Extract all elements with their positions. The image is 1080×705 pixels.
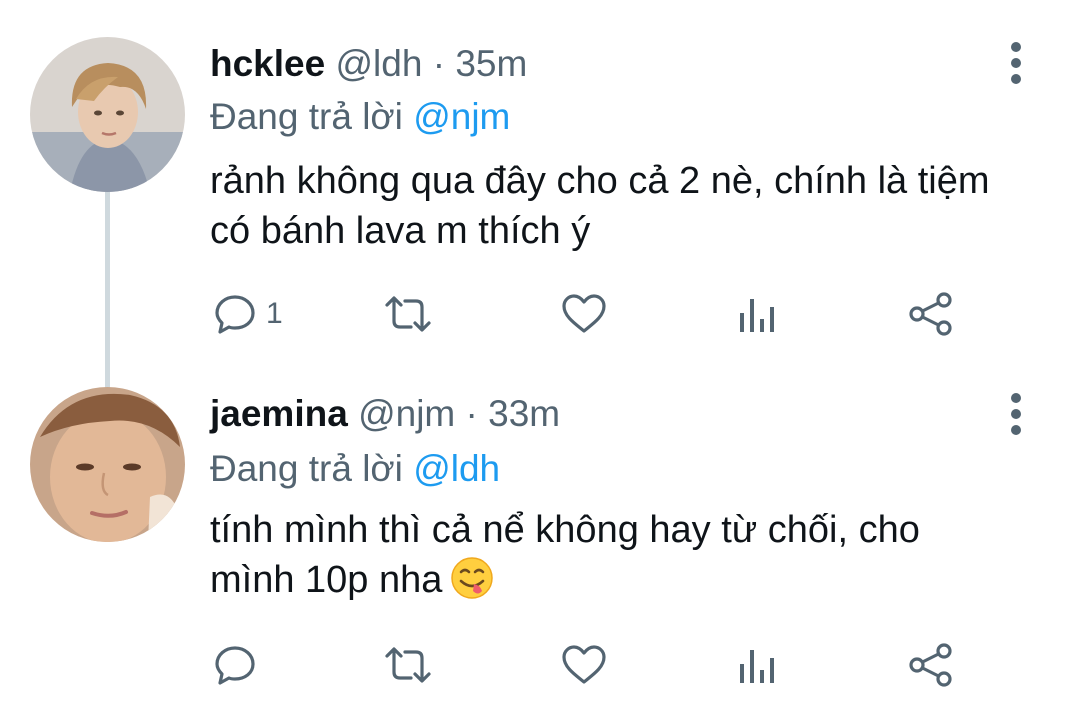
like-button[interactable] [560,289,608,339]
avatar[interactable] [30,387,185,542]
tweet-actions [0,640,1080,690]
tweet[interactable]: hcklee @ldh · 35m Đang trả lời @njm rảnh… [0,0,1080,370]
replying-to-line: Đang trả lời @njm [210,95,510,139]
share-button[interactable] [906,640,956,690]
tweet-text: rảnh không qua đây cho cả 2 nè, chính là… [210,160,990,252]
reply-icon [212,291,258,337]
tweet-header: hcklee @ldh · 35m [210,42,527,86]
share-button[interactable] [906,289,956,339]
replying-to-label: Đang trả lời [210,96,403,137]
share-icon [906,291,956,337]
display-name[interactable]: jaemina [210,393,348,434]
views-button[interactable] [737,289,777,339]
like-icon [560,291,608,337]
timestamp[interactable]: 35m [455,43,527,84]
timestamp[interactable]: 33m [488,393,560,434]
like-icon [560,642,608,688]
tweet-text-container: tính mình thì cả nể không hay từ chối, c… [210,505,1010,613]
views-button[interactable] [737,640,777,690]
separator: · [465,393,478,434]
reply-icon [212,642,258,688]
handle[interactable]: @njm [358,393,455,434]
avatar[interactable] [30,37,185,192]
tweet-header: jaemina @njm · 33m [210,392,560,436]
more-icon[interactable] [1003,392,1029,436]
display-name[interactable]: hcklee [210,43,325,84]
more-icon[interactable] [1003,41,1029,85]
reply-button[interactable]: 1 [212,289,283,339]
tweet-actions: 1 [0,289,1080,339]
share-icon [906,642,956,688]
retweet-icon [383,291,433,337]
handle[interactable]: @ldh [335,43,422,84]
replying-to-line: Đang trả lời @ldh [210,447,500,491]
views-icon [737,291,777,337]
retweet-icon [383,642,433,688]
reply-button[interactable] [212,640,266,690]
views-icon [737,642,777,688]
separator: · [432,43,446,84]
like-button[interactable] [560,640,608,690]
tweet[interactable]: jaemina @njm · 33m Đang trả lời @ldh tín… [0,370,1080,705]
retweet-button[interactable] [383,640,433,690]
face-savoring-food-emoji-icon [450,556,494,613]
reply-mention-link[interactable]: @njm [413,96,510,137]
replying-to-label: Đang trả lời [210,448,403,489]
reply-mention-link[interactable]: @ldh [413,448,500,489]
tweet-text: tính mình thì cả nể không hay từ chối, c… [210,509,920,601]
reply-count: 1 [266,297,283,330]
retweet-button[interactable] [383,289,433,339]
